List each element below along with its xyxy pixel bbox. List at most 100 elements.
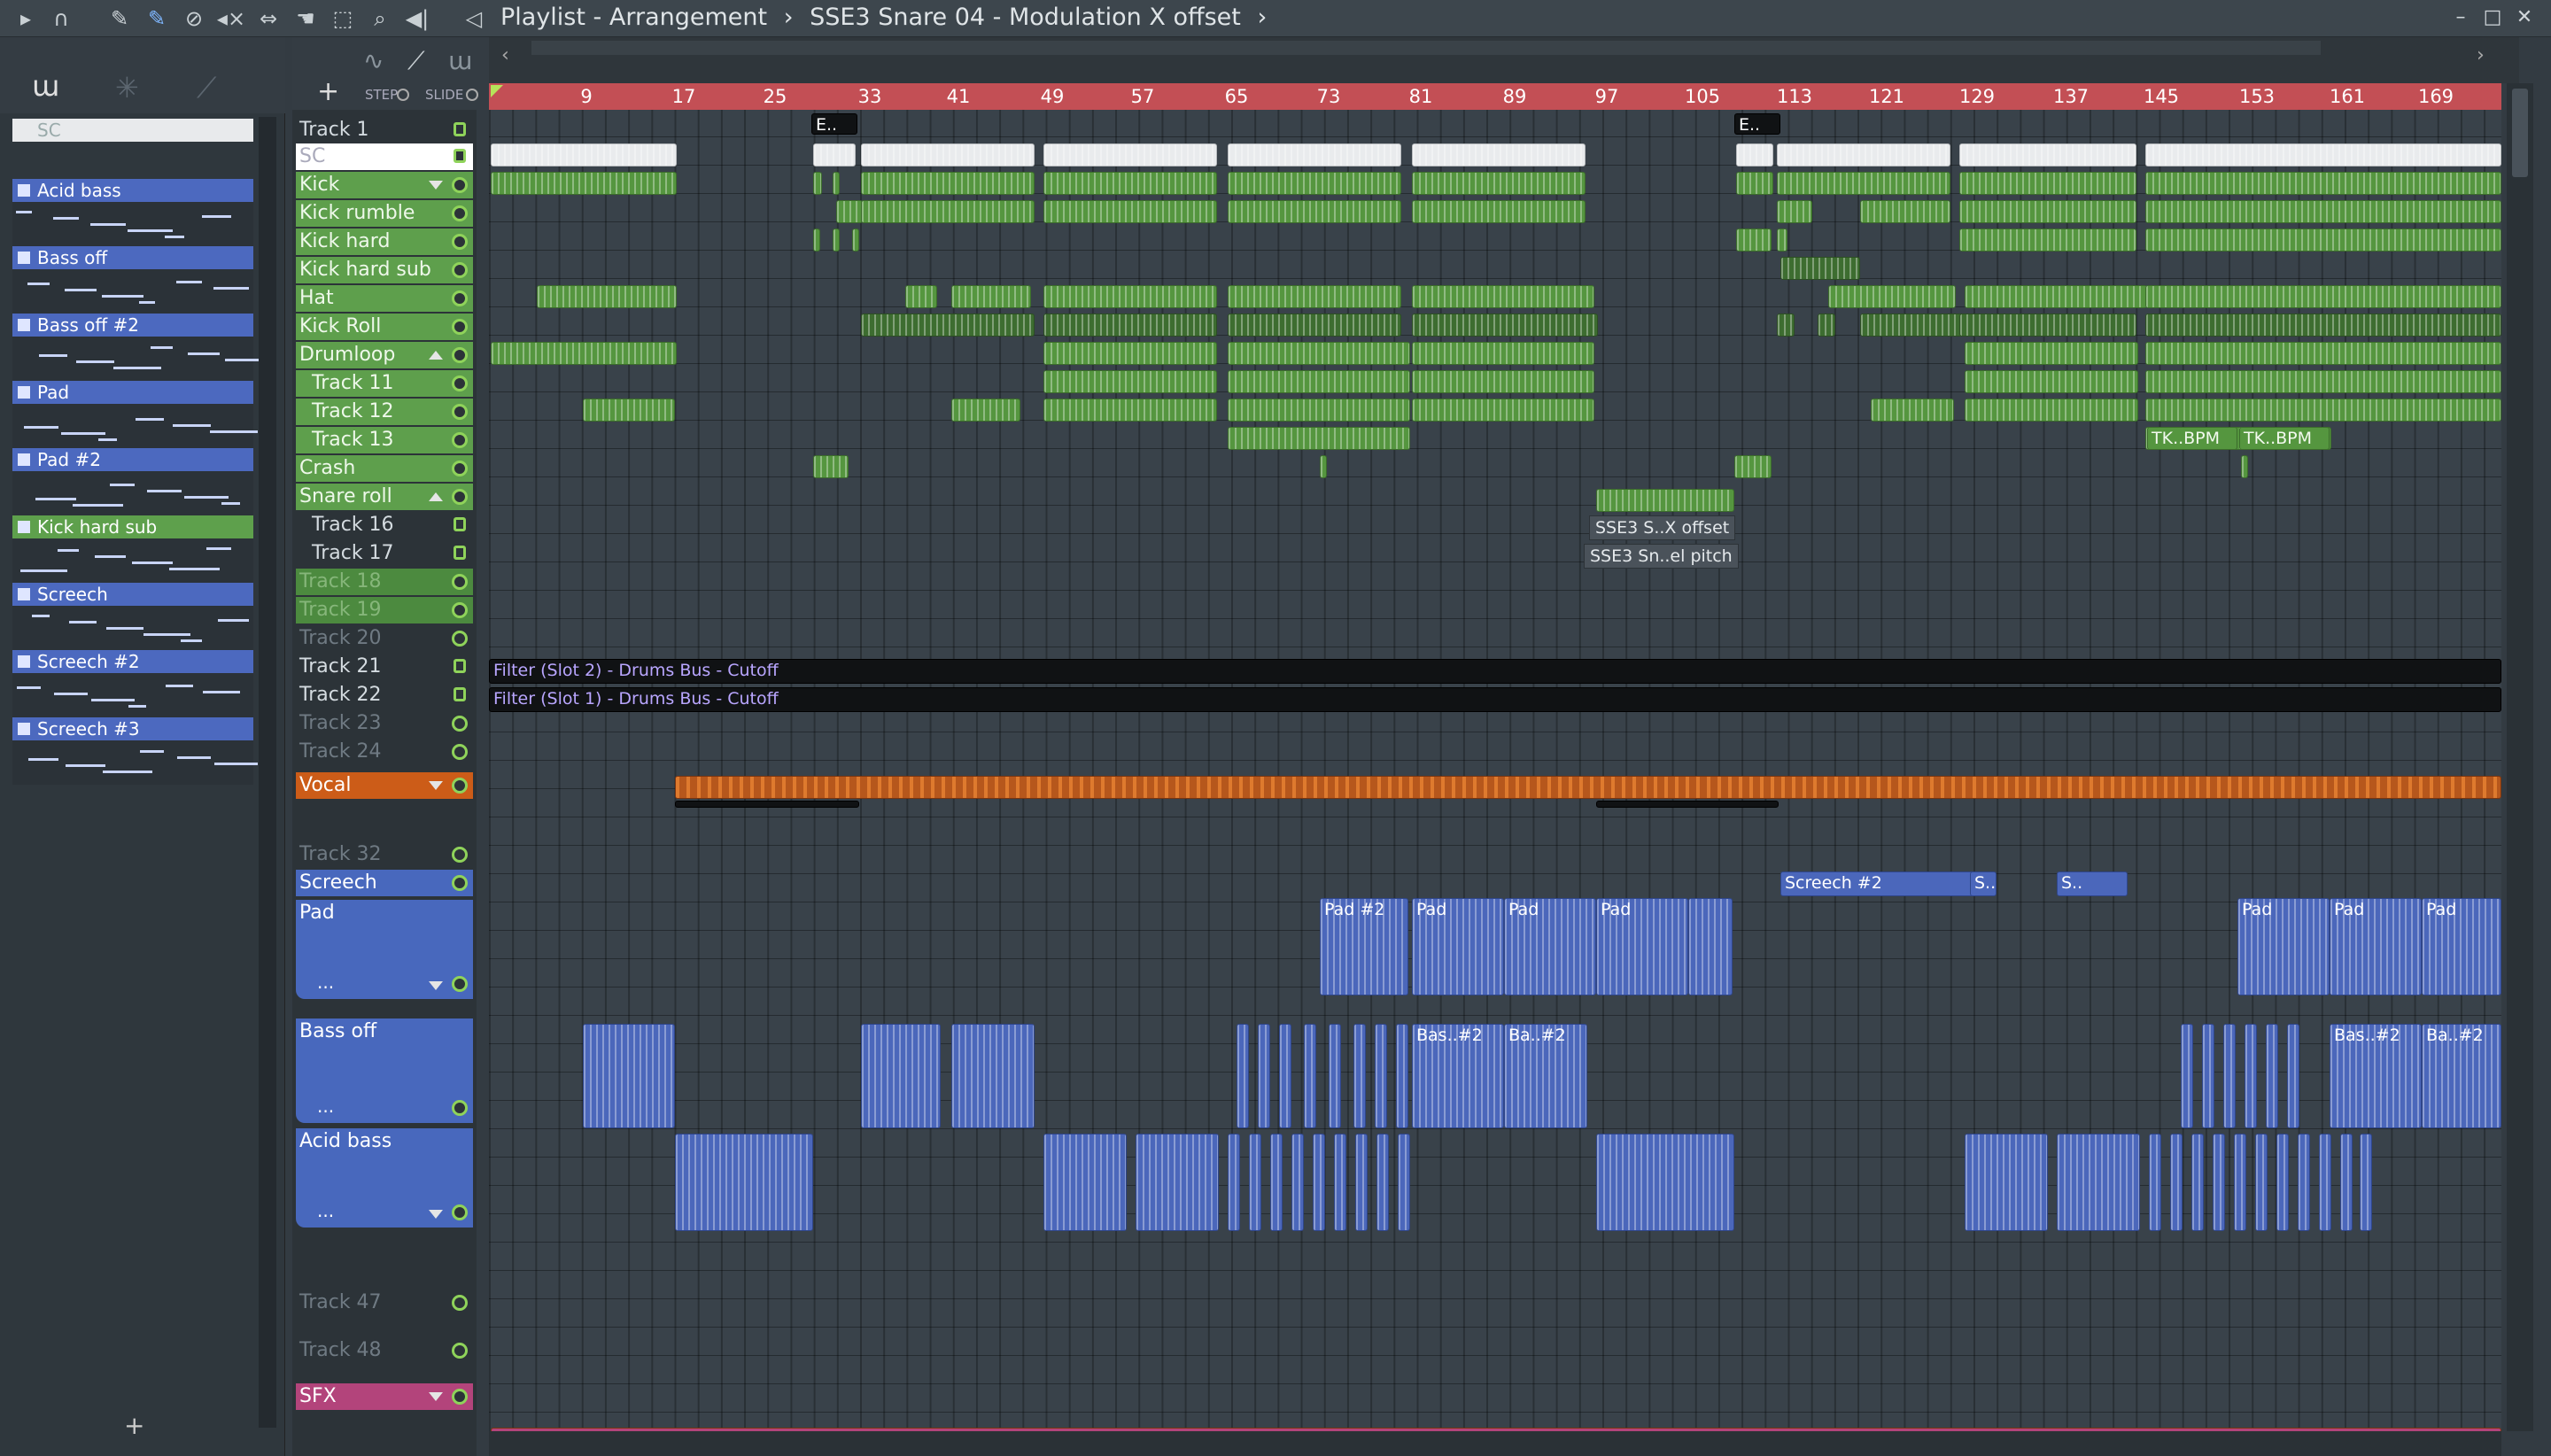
track-enable-led[interactable] bbox=[452, 716, 468, 732]
audio-clip[interactable] bbox=[836, 200, 863, 223]
audio-clip[interactable] bbox=[1959, 314, 2136, 337]
audio-clip[interactable] bbox=[1734, 455, 1772, 478]
sc-clip[interactable] bbox=[813, 143, 856, 167]
audio-clip[interactable] bbox=[1965, 285, 2147, 308]
pattern-clip[interactable] bbox=[1228, 1134, 1240, 1231]
pattern-clip[interactable] bbox=[1376, 1134, 1389, 1231]
expand-icon[interactable] bbox=[429, 1392, 443, 1401]
audio-clip[interactable] bbox=[1871, 399, 1954, 422]
zoom-tool-icon[interactable]: ⌕ bbox=[365, 5, 395, 32]
track-enable-led[interactable] bbox=[452, 602, 468, 618]
audio-clip[interactable] bbox=[905, 285, 937, 308]
track-header[interactable]: Track 47 bbox=[296, 1289, 473, 1316]
track-enable-led[interactable] bbox=[452, 234, 468, 250]
vocal-clip[interactable] bbox=[675, 776, 2501, 799]
track-header[interactable]: Track 18 bbox=[296, 569, 473, 595]
automation-clip[interactable]: E.. bbox=[811, 113, 857, 135]
track-header[interactable]: Kick bbox=[296, 172, 473, 198]
pattern-clip[interactable]: Pad bbox=[1412, 898, 1504, 995]
audio-clip[interactable] bbox=[1777, 228, 1787, 252]
breadcrumb-playlist[interactable]: Playlist - Arrangement bbox=[500, 4, 767, 31]
audio-clip[interactable] bbox=[1228, 172, 1401, 195]
pattern-clip[interactable] bbox=[2245, 1024, 2257, 1128]
lock-icon[interactable] bbox=[454, 546, 466, 560]
pattern-clip[interactable]: Bas..#2 bbox=[2330, 1024, 2422, 1128]
maximize-button[interactable]: □ bbox=[2477, 4, 2508, 32]
track-header[interactable]: Track 22 bbox=[296, 682, 473, 709]
track-header[interactable]: Pad... bbox=[296, 900, 473, 999]
paint-tool-icon[interactable]: ✎ bbox=[142, 5, 172, 32]
audio-clip[interactable] bbox=[1043, 200, 1217, 223]
track-enable-led[interactable] bbox=[452, 744, 468, 760]
audio-clip[interactable] bbox=[1860, 314, 1966, 337]
track-header[interactable]: Snare roll bbox=[296, 484, 473, 510]
lock-icon[interactable] bbox=[454, 687, 466, 701]
track-header[interactable]: Kick hard sub bbox=[296, 257, 473, 283]
pattern-clip[interactable] bbox=[1279, 1024, 1291, 1128]
track-header[interactable]: Track 17 bbox=[296, 540, 473, 567]
pattern-clip[interactable] bbox=[2057, 1134, 2140, 1231]
pattern-clip[interactable] bbox=[2149, 1134, 2161, 1231]
audio-clip[interactable] bbox=[1412, 172, 1586, 195]
pattern-clip[interactable]: Pad bbox=[2330, 898, 2422, 995]
audio-clip[interactable] bbox=[537, 285, 677, 308]
track-header[interactable]: Kick Roll bbox=[296, 314, 473, 340]
track-header[interactable]: Track 20 bbox=[296, 625, 473, 652]
pattern-clip[interactable] bbox=[1270, 1134, 1283, 1231]
pattern-clip[interactable] bbox=[675, 1134, 813, 1231]
pattern-item[interactable]: Screech bbox=[12, 583, 253, 650]
audio-clip[interactable] bbox=[861, 200, 1035, 223]
pattern-clip[interactable] bbox=[1965, 1134, 2048, 1231]
audio-clip[interactable] bbox=[1043, 399, 1217, 422]
sc-clip[interactable] bbox=[1228, 143, 1401, 167]
track-enable-led[interactable] bbox=[452, 1343, 468, 1359]
audio-clip[interactable] bbox=[1043, 370, 1217, 393]
close-button[interactable]: ✕ bbox=[2508, 4, 2540, 32]
track-header[interactable]: Screech bbox=[296, 870, 473, 896]
audio-clip[interactable] bbox=[2145, 228, 2501, 252]
audio-clip[interactable] bbox=[1412, 370, 1594, 393]
pattern-clip[interactable] bbox=[2234, 1134, 2246, 1231]
lock-icon[interactable] bbox=[454, 517, 466, 531]
audio-clip[interactable] bbox=[1412, 285, 1594, 308]
sc-clip[interactable] bbox=[1736, 143, 1773, 167]
pattern-clip[interactable] bbox=[583, 1024, 675, 1128]
pattern-clip[interactable] bbox=[2319, 1134, 2331, 1231]
search-input[interactable]: SC bbox=[12, 119, 253, 142]
pattern-item[interactable]: Bass off #2 bbox=[12, 314, 267, 381]
audio-clip[interactable] bbox=[1777, 314, 1795, 337]
collapse-icon[interactable] bbox=[429, 351, 443, 360]
pattern-clip[interactable] bbox=[1237, 1024, 1249, 1128]
slice-tool-icon[interactable]: ☚ bbox=[291, 5, 321, 32]
expand-icon[interactable] bbox=[429, 781, 443, 790]
audio-clip[interactable] bbox=[1412, 314, 1598, 337]
vocal-clip[interactable] bbox=[675, 801, 859, 808]
audio-clip[interactable] bbox=[1043, 342, 1217, 365]
audio-clip[interactable] bbox=[852, 228, 859, 252]
sc-clip[interactable] bbox=[2145, 143, 2501, 167]
pattern-clip[interactable] bbox=[1258, 1024, 1270, 1128]
track-header[interactable]: Track 12 bbox=[296, 399, 473, 425]
track-enable-led[interactable] bbox=[452, 205, 468, 221]
playhead-marker-icon[interactable] bbox=[491, 85, 503, 97]
track-header[interactable]: Track 48 bbox=[296, 1337, 473, 1364]
audio-clip[interactable] bbox=[813, 172, 822, 195]
pattern-clip[interactable]: Pad bbox=[2237, 898, 2330, 995]
track-enable-led[interactable] bbox=[452, 875, 468, 891]
audio-clip[interactable] bbox=[2145, 285, 2501, 308]
play-arrow-icon[interactable]: ▸ bbox=[11, 5, 41, 32]
pattern-clip[interactable] bbox=[1043, 1134, 1127, 1231]
audio-clip[interactable] bbox=[833, 172, 840, 195]
audio-clip[interactable] bbox=[2145, 200, 2501, 223]
pattern-clip[interactable] bbox=[1291, 1134, 1304, 1231]
add-track-button[interactable]: + bbox=[317, 76, 339, 107]
pattern-item[interactable]: Screech #2 bbox=[12, 650, 253, 717]
track-enable-led[interactable] bbox=[452, 489, 468, 505]
track-header[interactable]: Track 21 bbox=[296, 654, 473, 680]
lock-icon[interactable] bbox=[454, 149, 466, 163]
pattern-item[interactable]: Kick hard sub bbox=[12, 515, 253, 583]
pattern-clip[interactable]: Ba..#2 bbox=[1504, 1024, 1587, 1128]
pattern-item[interactable]: Screech #3 bbox=[12, 717, 258, 785]
audio-clip[interactable] bbox=[1777, 200, 1812, 223]
audio-clip[interactable] bbox=[1228, 314, 1401, 337]
